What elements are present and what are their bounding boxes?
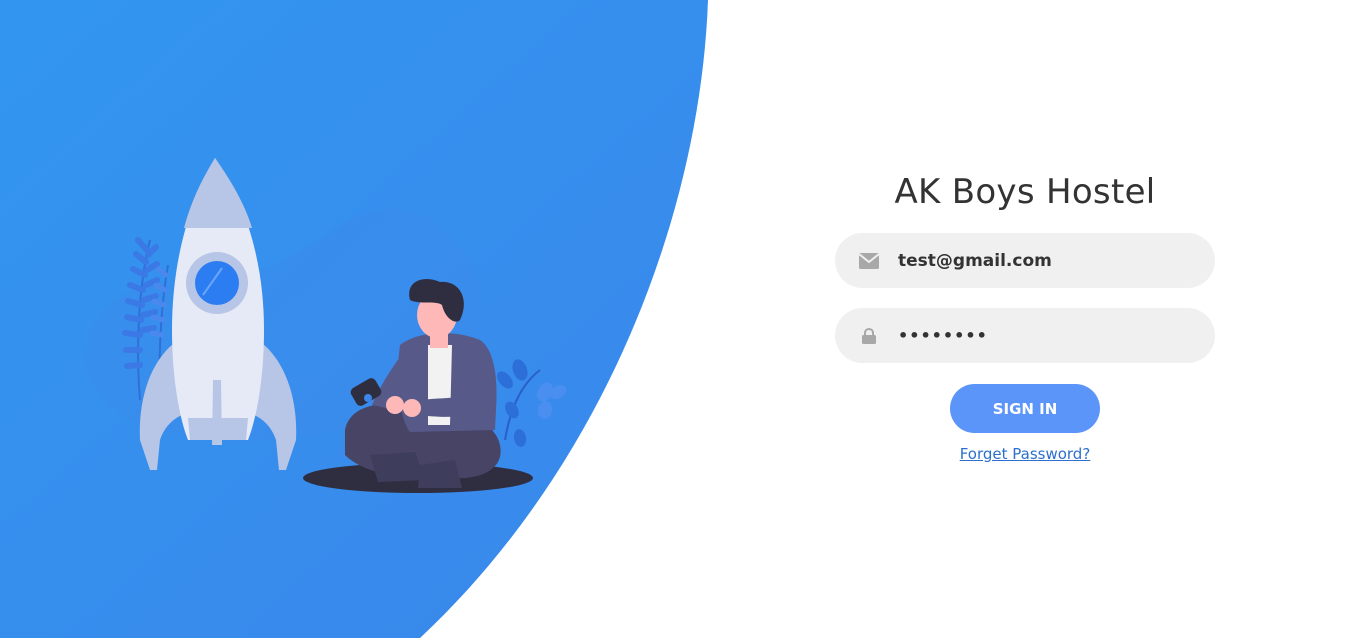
email-input[interactable]	[898, 250, 1188, 271]
password-input[interactable]	[898, 326, 1188, 345]
envelope-icon	[859, 251, 879, 271]
login-form: AK Boys Hostel SIGN IN Forget Password?	[835, 165, 1215, 463]
plant-right-illustration	[497, 359, 567, 447]
password-field-wrapper[interactable]	[835, 308, 1215, 363]
forgot-password-link[interactable]: Forget Password?	[960, 445, 1091, 463]
sign-in-button[interactable]: SIGN IN	[950, 384, 1100, 433]
login-page: AK Boys Hostel SIGN IN Forget Password?	[0, 0, 1366, 638]
rocket-person-illustration	[85, 158, 567, 493]
page-title: AK Boys Hostel	[894, 172, 1156, 212]
email-field-wrapper[interactable]	[835, 233, 1215, 288]
lock-icon	[859, 326, 879, 346]
